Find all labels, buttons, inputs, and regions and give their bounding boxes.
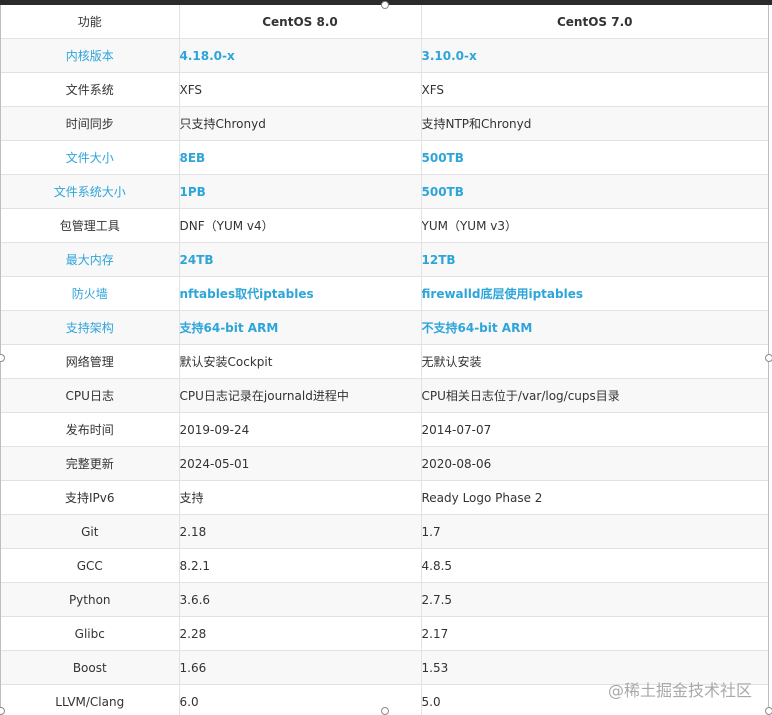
centos8-cell: 2.28 <box>179 616 422 651</box>
feature-cell: 文件大小 <box>1 140 180 175</box>
centos8-cell: 8EB <box>179 140 422 175</box>
centos8-cell: 只支持Chronyd <box>179 106 422 141</box>
feature-cell: LLVM/Clang <box>1 684 180 715</box>
resize-handle-bottom-right[interactable] <box>765 707 772 715</box>
centos7-cell: 支持NTP和Chronyd <box>421 106 768 141</box>
table-row: GCC 8.2.1 4.8.5 <box>1 548 768 583</box>
centos7-cell: 2020-08-06 <box>421 446 768 481</box>
feature-cell: 文件系统 <box>1 72 180 107</box>
feature-cell: CPU日志 <box>1 378 180 413</box>
table-row: CPU日志 CPU日志记录在journald进程中 CPU相关日志位于/var/lo… <box>1 378 768 413</box>
table-row: 内核版本 4.18.0-x 3.10.0-x <box>1 38 768 73</box>
centos8-cell: 2019-09-24 <box>179 412 422 447</box>
feature-cell: 支持架构 <box>1 310 180 345</box>
feature-cell: 防火墙 <box>1 276 180 311</box>
centos8-cell: 24TB <box>179 242 422 277</box>
table-header-row: 功能 CentOS 8.0 CentOS 7.0 <box>1 5 768 39</box>
feature-cell: 完整更新 <box>1 446 180 481</box>
centos8-cell: 2.18 <box>179 514 422 549</box>
table-row: 发布时间 2019-09-24 2014-07-07 <box>1 412 768 447</box>
feature-cell: GCC <box>1 548 180 583</box>
centos8-cell: DNF（YUM v4） <box>179 208 422 243</box>
centos8-cell: 支持64-bit ARM <box>179 310 422 345</box>
centos8-cell: CPU日志记录在journald进程中 <box>179 378 422 413</box>
table-row: 文件系统大小 1PB 500TB <box>1 174 768 209</box>
feature-cell: 内核版本 <box>1 38 180 73</box>
header-centos8: CentOS 8.0 <box>179 5 422 39</box>
resize-handle-top[interactable] <box>381 1 389 9</box>
table-row: 文件系统 XFS XFS <box>1 72 768 107</box>
feature-cell: Glibc <box>1 616 180 651</box>
table-row: 最大内存 24TB 12TB <box>1 242 768 277</box>
table-row: 网络管理 默认安装Cockpit 无默认安装 <box>1 344 768 379</box>
centos7-cell: 4.8.5 <box>421 548 768 583</box>
centos7-cell: firewalld底层使用iptables <box>421 276 768 311</box>
centos7-cell: XFS <box>421 72 768 107</box>
resize-handle-bottom[interactable] <box>381 707 389 715</box>
feature-cell: 发布时间 <box>1 412 180 447</box>
centos7-cell: 500TB <box>421 140 768 175</box>
feature-cell: Git <box>1 514 180 549</box>
centos8-cell: 8.2.1 <box>179 548 422 583</box>
centos7-cell: 2.7.5 <box>421 582 768 617</box>
table-row: Git 2.18 1.7 <box>1 514 768 549</box>
feature-cell: Python <box>1 582 180 617</box>
comparison-table: 功能 CentOS 8.0 CentOS 7.0 内核版本 4.18.0-x 3.1… <box>1 5 768 715</box>
centos8-cell: 4.18.0-x <box>179 38 422 73</box>
feature-cell: 时间同步 <box>1 106 180 141</box>
centos7-cell: 12TB <box>421 242 768 277</box>
centos7-cell: 无默认安装 <box>421 344 768 379</box>
table-row: 支持IPv6 支持 Ready Logo Phase 2 <box>1 480 768 515</box>
table-row: 包管理工具 DNF（YUM v4） YUM（YUM v3） <box>1 208 768 243</box>
table-row: Python 3.6.6 2.7.5 <box>1 582 768 617</box>
centos8-cell: nftables取代iptables <box>179 276 422 311</box>
centos8-cell: 1PB <box>179 174 422 209</box>
table-row: 文件大小 8EB 500TB <box>1 140 768 175</box>
table-row: Glibc 2.28 2.17 <box>1 616 768 651</box>
feature-cell: 网络管理 <box>1 344 180 379</box>
table-body: 内核版本 4.18.0-x 3.10.0-x 文件系统 XFS XFS 时间同步 只支持Chr… <box>1 38 768 715</box>
centos8-cell: 3.6.6 <box>179 582 422 617</box>
centos7-cell: 3.10.0-x <box>421 38 768 73</box>
centos7-cell: 500TB <box>421 174 768 209</box>
feature-cell: Boost <box>1 650 180 685</box>
table-row: 防火墙 nftables取代iptables firewalld底层使用iptabl… <box>1 276 768 311</box>
centos8-cell: XFS <box>179 72 422 107</box>
table-row: 支持架构 支持64-bit ARM 不支持64-bit ARM <box>1 310 768 345</box>
centos7-cell: 2014-07-07 <box>421 412 768 447</box>
centos8-cell: 支持 <box>179 480 422 515</box>
resize-handle-right[interactable] <box>765 354 772 362</box>
centos7-cell: Ready Logo Phase 2 <box>421 480 768 515</box>
feature-cell: 支持IPv6 <box>1 480 180 515</box>
centos7-cell: 2.17 <box>421 616 768 651</box>
table-row: 时间同步 只支持Chronyd 支持NTP和Chronyd <box>1 106 768 141</box>
feature-cell: 包管理工具 <box>1 208 180 243</box>
centos7-cell: 1.7 <box>421 514 768 549</box>
header-centos7: CentOS 7.0 <box>421 5 768 39</box>
header-feature: 功能 <box>1 5 180 39</box>
feature-cell: 文件系统大小 <box>1 174 180 209</box>
centos7-cell: YUM（YUM v3） <box>421 208 768 243</box>
centos7-cell: 不支持64-bit ARM <box>421 310 768 345</box>
watermark: @稀土掘金技术社区 <box>607 681 752 700</box>
centos7-cell: CPU相关日志位于/var/log/cups目录 <box>421 378 768 413</box>
centos8-cell: 2024-05-01 <box>179 446 422 481</box>
feature-cell: 最大内存 <box>1 242 180 277</box>
centos8-cell: 1.66 <box>179 650 422 685</box>
table-row: 完整更新 2024-05-01 2020-08-06 <box>1 446 768 481</box>
centos8-cell: 默认安装Cockpit <box>179 344 422 379</box>
